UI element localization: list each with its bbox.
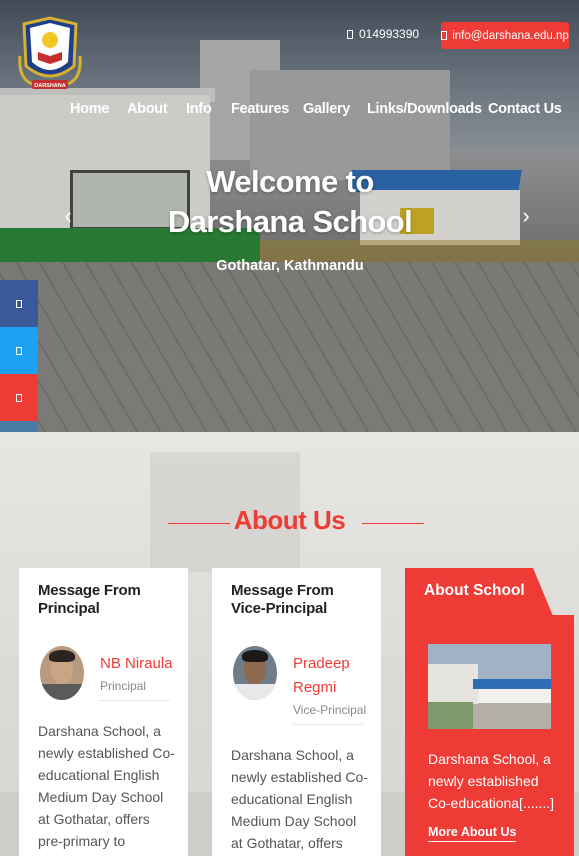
vice-principal-card: Message From Vice-Principal Pradeep Regm…: [212, 568, 381, 856]
title-rule-right: [362, 523, 424, 524]
principal-role: Principal: [100, 679, 147, 693]
email-button[interactable]: info@darshana.edu.np: [441, 22, 569, 49]
nav-about[interactable]: About: [127, 101, 168, 117]
twitter-icon: [16, 346, 22, 355]
principal-message: Darshana School, a newly established Co-…: [38, 723, 175, 856]
about-school-title: About School: [424, 582, 525, 599]
email-address: info@darshana.edu.np: [452, 29, 569, 42]
facebook-icon: [16, 299, 22, 308]
logo-text: DARSHANA: [34, 83, 66, 89]
nav-links-downloads[interactable]: Links/Downloads: [367, 101, 482, 117]
nav-gallery[interactable]: Gallery: [303, 101, 350, 117]
school-photo: [428, 644, 551, 729]
nav-features[interactable]: Features: [231, 101, 289, 117]
twitter-button[interactable]: [0, 327, 38, 374]
nav-contact-us[interactable]: Contact Us: [488, 101, 562, 117]
facebook-button[interactable]: [0, 280, 38, 327]
card-title: Message From Vice-Principal: [231, 582, 334, 617]
about-school-text: Darshana School, a newly established Co-…: [428, 751, 555, 811]
vice-principal-message: Darshana School, a newly established Co-…: [231, 747, 368, 851]
vice-principal-avatar: [233, 646, 277, 700]
principal-card: Message From Principal NB Niraula Princi…: [19, 568, 188, 856]
hero-title-line2: Darshana School: [167, 204, 413, 239]
card-title: Message From Principal: [38, 582, 141, 617]
nav-info[interactable]: Info: [186, 101, 212, 117]
hero-title-line1: Welcome to: [206, 164, 374, 199]
phone-number: 014993390: [359, 27, 420, 41]
divider: [293, 724, 363, 725]
hero-title: Welcome to Darshana School: [150, 162, 430, 242]
divider: [100, 700, 170, 701]
phone-icon: [347, 29, 353, 39]
phone-contact[interactable]: 014993390: [347, 27, 419, 41]
main-nav: Home About Info Features Gallery Links/D…: [0, 101, 579, 121]
envelope-icon: [441, 31, 448, 40]
youtube-button[interactable]: [0, 374, 38, 421]
principal-name: NB Niraula: [100, 655, 173, 672]
vice-principal-name: Pradeep Regmi: [293, 655, 350, 696]
vice-principal-role: Vice-Principal: [293, 703, 367, 717]
school-logo[interactable]: DARSHANA: [18, 16, 82, 94]
more-about-us-link[interactable]: More About Us: [428, 825, 517, 842]
nav-home[interactable]: Home: [70, 101, 109, 117]
principal-avatar: [40, 646, 84, 700]
slider-prev-arrow[interactable]: ‹: [60, 203, 76, 229]
about-title: About Us: [233, 505, 346, 535]
slider-next-arrow[interactable]: ›: [518, 203, 534, 229]
youtube-icon: [16, 393, 22, 402]
hero-subtitle: Gothatar, Kathmandu: [216, 258, 364, 274]
